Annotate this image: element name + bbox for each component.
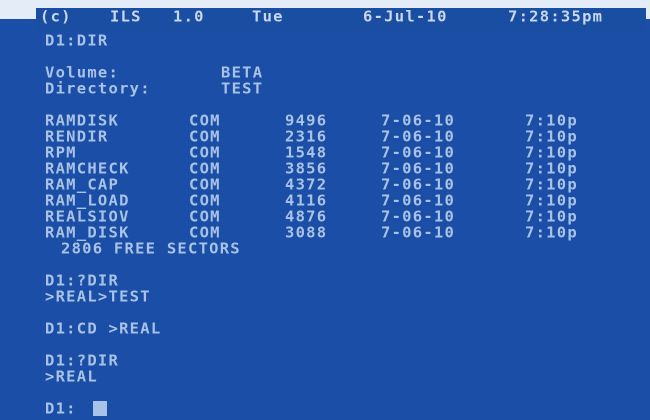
file-time: 7:10p — [525, 128, 578, 146]
file-time: 7:10p — [525, 144, 578, 162]
status-product: ILS — [110, 8, 142, 26]
file-date: 7-06-10 — [381, 112, 456, 130]
file-size: 4372 — [285, 176, 328, 194]
file-ext: COM — [189, 208, 221, 226]
file-date: 7-06-10 — [381, 224, 456, 242]
command-line: D1:?DIR — [45, 352, 120, 370]
file-name: RAMDISK — [45, 112, 120, 130]
prompt: D1: — [45, 400, 77, 418]
file-name: RAM_CAP — [45, 176, 120, 194]
file-size: 2316 — [285, 128, 328, 146]
file-date: 7-06-10 — [381, 176, 456, 194]
directory-label: Directory: — [45, 80, 151, 98]
file-size: 3856 — [285, 160, 328, 178]
status-date: 6-Jul-10 — [363, 8, 448, 26]
file-date: 7-06-10 — [381, 208, 456, 226]
status-day: Tue — [252, 8, 284, 26]
file-ext: COM — [189, 176, 221, 194]
file-time: 7:10p — [525, 176, 578, 194]
command-line: D1:CD >REAL — [45, 320, 162, 338]
status-version: 1.0 — [173, 8, 205, 26]
file-name: RENDIR — [45, 128, 109, 146]
command-output: >REAL — [45, 368, 98, 386]
file-time: 7:10p — [525, 224, 578, 242]
file-size: 4876 — [285, 208, 328, 226]
command-output: >REAL>TEST — [45, 288, 151, 306]
file-name: RAM_LOAD — [45, 192, 130, 210]
file-ext: COM — [189, 224, 221, 242]
file-name: RPM — [45, 144, 77, 162]
file-ext: COM — [189, 160, 221, 178]
free-sectors: 2806 FREE SECTORS — [61, 240, 241, 258]
command-line: D1:DIR — [45, 32, 109, 50]
command-line: D1:?DIR — [45, 272, 120, 290]
status-time: 7:28:35pm — [508, 8, 604, 26]
file-time: 7:10p — [525, 192, 578, 210]
volume-label: Volume: — [45, 64, 120, 82]
file-size: 4116 — [285, 192, 328, 210]
file-time: 7:10p — [525, 208, 578, 226]
file-date: 7-06-10 — [381, 128, 456, 146]
file-name: RAMCHECK — [45, 160, 130, 178]
text-cursor[interactable] — [93, 401, 107, 416]
terminal-screen[interactable]: (c) ILS 1.0 Tue 6-Jul-10 7:28:35pm D1:DI… — [0, 0, 650, 420]
volume-value: BETA — [221, 64, 264, 82]
file-date: 7-06-10 — [381, 192, 456, 210]
directory-value: TEST — [221, 80, 264, 98]
file-ext: COM — [189, 128, 221, 146]
file-ext: COM — [189, 144, 221, 162]
file-time: 7:10p — [525, 112, 578, 130]
file-ext: COM — [189, 112, 221, 130]
file-size: 3088 — [285, 224, 328, 242]
file-time: 7:10p — [525, 160, 578, 178]
file-ext: COM — [189, 192, 221, 210]
file-name: RAM_DISK — [45, 224, 130, 242]
file-size: 1548 — [285, 144, 328, 162]
file-date: 7-06-10 — [381, 160, 456, 178]
file-size: 9496 — [285, 112, 328, 130]
status-copyright: (c) — [40, 8, 72, 26]
file-date: 7-06-10 — [381, 144, 456, 162]
file-name: REALSIOV — [45, 208, 130, 226]
